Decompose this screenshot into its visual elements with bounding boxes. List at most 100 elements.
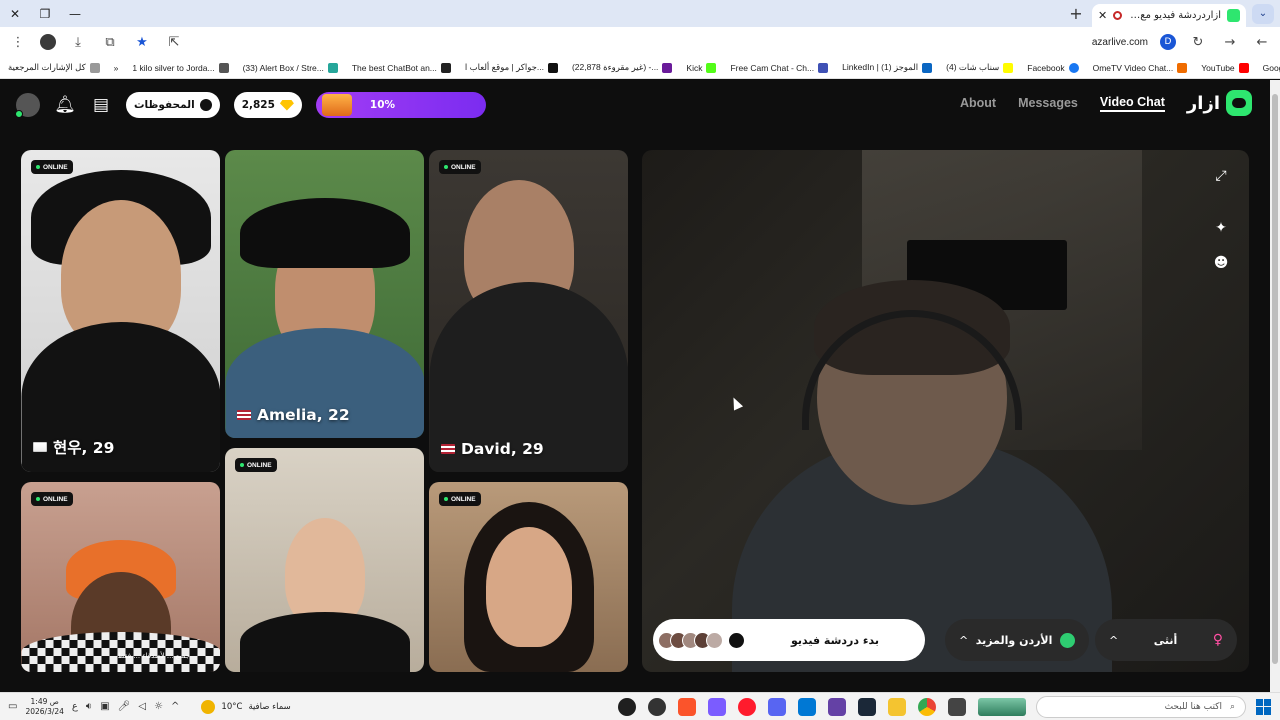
forward-icon[interactable]: → <box>1220 35 1240 50</box>
bookmark-item[interactable]: Facebook <box>1027 62 1079 73</box>
profile-card[interactable]: ONLINE جميع ... لأصدقاء ... فقط <box>21 482 220 672</box>
reload-icon[interactable]: ↻ <box>1188 35 1208 50</box>
bookmark-item[interactable]: (22,878 غير مقروءة) -... <box>572 62 673 73</box>
new-tab-button[interactable]: + <box>1064 4 1088 23</box>
bookmark-item[interactable]: Free Cam Chat - Ch... <box>730 62 829 73</box>
steam-icon[interactable] <box>858 697 876 716</box>
fullscreen-icon[interactable]: ⤢ <box>1213 168 1229 184</box>
store-icon[interactable] <box>798 697 816 716</box>
bookmark-all[interactable]: كل الإشارات المرجعية <box>8 62 100 73</box>
recording-icon <box>1113 11 1123 20</box>
camera-icon <box>728 631 745 649</box>
language-indicator[interactable]: ع <box>72 701 78 712</box>
bookmark-favicon-icon <box>327 62 338 73</box>
taskbar-search[interactable]: اكتب هنا للبحث ⌕ <box>1036 695 1246 718</box>
profile-card[interactable]: Amelia, 22 <box>225 150 424 438</box>
brand-logo[interactable]: ازار <box>1187 90 1252 116</box>
bookmark-item[interactable]: Google <box>1263 63 1280 73</box>
chrome-icon[interactable] <box>918 697 936 716</box>
tab-search-chevron-icon[interactable]: ⌄ <box>1252 3 1274 24</box>
inbox-icon[interactable]: ▤ <box>90 94 112 116</box>
bookmark-item[interactable]: (33) Alert Box / Stre... <box>243 62 338 73</box>
bookmark-overflow[interactable]: » <box>114 63 119 73</box>
online-indicator <box>15 110 23 118</box>
network-icon[interactable]: ▣ <box>100 701 109 712</box>
brightness-icon[interactable]: ☼ <box>154 701 163 712</box>
extensions-icon[interactable]: ⧉ <box>100 35 120 50</box>
search-icon: ⌕ <box>1229 701 1235 712</box>
tab-close-button[interactable]: ✕ <box>1098 9 1107 22</box>
url-field[interactable]: azarlive.com <box>1092 37 1148 48</box>
profile-card[interactable]: ONLINE <box>225 448 424 672</box>
scrollbar-thumb[interactable] <box>1272 94 1278 664</box>
brave-icon[interactable] <box>678 697 696 716</box>
taskbar-tray: ▭ 1:49 ص 2026/3/24 ع 🔉︎ ▣ 🎤︎ ◁ ☼ ^ 10°C … <box>8 697 291 717</box>
browser-menu-icon[interactable]: ⋮ <box>8 35 28 50</box>
flag-us-icon <box>237 410 251 420</box>
profile-card[interactable]: ONLINE <box>429 482 628 672</box>
bookmark-item[interactable]: (4) سناب شات <box>946 62 1014 73</box>
microphone-icon[interactable]: 🎤︎ <box>118 701 131 712</box>
clock-icon <box>199 99 212 111</box>
app-icon[interactable] <box>648 697 666 716</box>
bookmark-star-icon[interactable]: ★ <box>132 35 152 50</box>
treasure-chest-icon <box>321 94 352 116</box>
bookmark-item[interactable]: The best ChatBot an... <box>352 62 451 73</box>
speaker-icon[interactable]: ◁ <box>138 701 146 712</box>
install-app-icon[interactable]: ⇱ <box>164 35 184 50</box>
globe-icon <box>1060 632 1075 648</box>
tray-expand-icon[interactable]: ^ <box>171 701 179 712</box>
app-icon[interactable] <box>828 697 846 716</box>
weather-widget[interactable]: 10°C سماء صافية <box>201 699 291 714</box>
window-minimize-button[interactable]: — <box>60 0 90 27</box>
browser-profile-avatar[interactable] <box>40 34 56 50</box>
azar-favicon-icon <box>1227 9 1240 22</box>
bookmark-item[interactable]: LinkedIn | الموجز (1) <box>842 62 933 73</box>
discord-icon[interactable] <box>768 697 786 716</box>
gender-filter-button[interactable]: ^ أنثى ♀ <box>1095 619 1237 661</box>
bookmark-favicon-icon <box>818 62 829 73</box>
windows-start-icon[interactable] <box>1256 698 1272 715</box>
browser-tab-active[interactable]: ✕ أزاردردشة فيديو مع أشخاص <box>1092 4 1246 27</box>
windows-taskbar: ▭ 1:49 ص 2026/3/24 ع 🔉︎ ▣ 🎤︎ ◁ ☼ ^ 10°C … <box>0 692 1280 720</box>
nav-messages[interactable]: Messages <box>1018 96 1078 110</box>
obs-icon[interactable] <box>618 697 636 716</box>
volume-icon[interactable]: 🔉︎ <box>86 701 92 712</box>
taskbar-clock[interactable]: 1:49 ص 2026/3/24 <box>25 697 63 717</box>
browser-tabbar: ✕ ❐ — + ✕ أزاردردشة فيديو مع أشخاص ⌄ <box>0 0 1280 27</box>
task-view-icon[interactable] <box>948 697 966 716</box>
self-video-preview: ⤢ ✦ ☻ <box>642 150 1249 672</box>
magic-wand-icon[interactable]: ✦ <box>1213 220 1229 236</box>
bookmark-item[interactable]: جواكر | موقع ألعاب ا... <box>465 62 558 73</box>
bell-icon[interactable]: 🔔︎ <box>54 94 76 116</box>
notifications-icon[interactable]: ▭ <box>8 701 17 712</box>
face-filter-icon[interactable]: ☻ <box>1213 255 1229 271</box>
gems-balance-button[interactable]: 2,825 <box>233 92 302 118</box>
promo-banner[interactable]: 10% <box>315 92 486 118</box>
profile-card[interactable]: ONLINE 현우, 29 <box>21 150 220 472</box>
app-icon[interactable] <box>708 697 726 716</box>
file-explorer-icon[interactable] <box>888 697 906 716</box>
nav-about[interactable]: About <box>960 96 996 110</box>
window-maximize-button[interactable]: ❐ <box>30 0 60 27</box>
site-info-badge[interactable]: D <box>1160 34 1176 50</box>
bookmark-item[interactable]: Kick <box>686 62 717 73</box>
window-close-button[interactable]: ✕ <box>0 0 30 27</box>
user-avatar[interactable] <box>15 93 40 118</box>
region-filter-button[interactable]: ^ الأردن والمزيد <box>945 619 1089 661</box>
bookmark-item[interactable]: YouTube <box>1201 62 1249 73</box>
snapchat-icon <box>1003 62 1014 73</box>
back-icon[interactable]: ← <box>1252 35 1272 50</box>
download-icon[interactable]: ⤓ <box>68 35 88 50</box>
bookmark-item[interactable]: 1 kilo silver to Jorda... <box>132 62 229 73</box>
history-button[interactable]: المحفوظات <box>126 92 220 118</box>
hat-shape <box>239 198 410 268</box>
opera-icon[interactable] <box>738 697 756 716</box>
nav-video-chat[interactable]: Video Chat <box>1099 95 1165 112</box>
profile-card[interactable]: ONLINE David, 29 <box>429 150 628 472</box>
page-scrollbar[interactable] <box>1270 80 1280 692</box>
start-video-chat-button[interactable]: بدء دردشة فيديو <box>653 619 925 661</box>
facebook-icon <box>1068 62 1079 73</box>
bookmark-item[interactable]: OmeTV Video Chat... <box>1093 62 1188 73</box>
shoulders-shape <box>239 612 410 672</box>
